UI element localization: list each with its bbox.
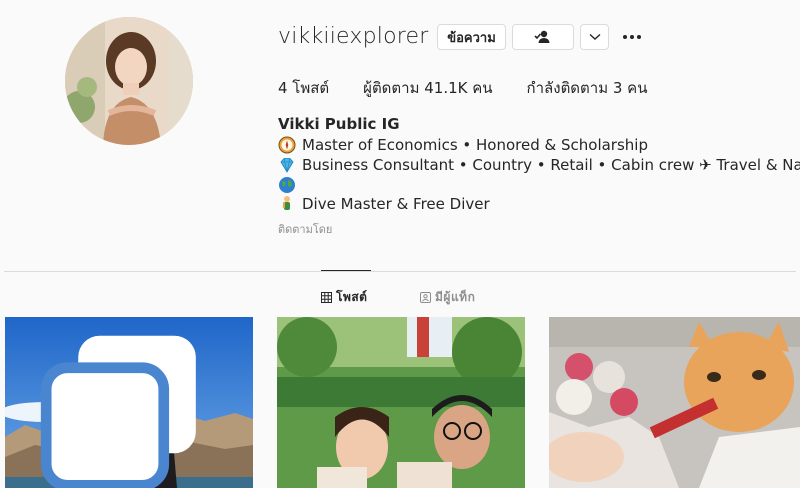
tag-person-icon <box>420 292 431 303</box>
following-count[interactable]: กำลังติดตาม 3 คน <box>527 76 648 100</box>
post-couple-selfie[interactable] <box>277 317 525 488</box>
gem-icon <box>280 158 294 174</box>
multi-photo-icon <box>40 335 196 488</box>
post-diver[interactable] <box>5 317 253 488</box>
bio-line-1: Master of Economics • Honored & Scholars… <box>302 135 648 154</box>
tab-posts-label: โพสต์ <box>336 290 368 304</box>
followed-by-label[interactable]: ติดตามโดย <box>278 220 800 241</box>
active-tab-indicator <box>321 270 371 271</box>
diver-icon <box>283 195 290 210</box>
bio-line-2: Business Consultant • Country • Retail •… <box>302 156 800 174</box>
suggested-button[interactable] <box>580 24 609 50</box>
profile-username: vikkiiexplorer <box>278 24 429 49</box>
tab-posts[interactable]: โพสต์ <box>321 288 367 307</box>
more-dots-icon[interactable] <box>623 30 643 44</box>
globe-icon <box>279 176 295 193</box>
compass-icon <box>278 136 296 154</box>
tab-tagged-label: มีผู้แท็ก <box>435 290 476 304</box>
followers-count[interactable]: ผู้ติดตาม 41.1K คน <box>363 76 492 100</box>
grid-icon <box>321 292 332 303</box>
profile-stats: 4 โพสต์ ผู้ติดตาม 41.1K คน กำลังติดตาม 3… <box>278 76 647 100</box>
bio-line-3: Dive Master & Free Diver <box>302 194 490 213</box>
posts-count: 4 โพสต์ <box>278 79 330 97</box>
tab-tagged[interactable]: มีผู้แท็ก <box>420 288 475 307</box>
profile-tabs: โพสต์ มีผู้แท็ก <box>0 288 800 304</box>
chevron-down-icon <box>589 33 600 40</box>
profile-avatar[interactable] <box>65 17 193 145</box>
message-button[interactable]: ข้อความ <box>437 24 506 50</box>
following-button[interactable] <box>512 24 574 50</box>
person-check-icon <box>534 30 550 43</box>
tabs-divider <box>4 271 796 272</box>
profile-bio: Vikki Public IG Master of Economics • Ho… <box>278 114 800 241</box>
post-cat[interactable] <box>549 317 800 488</box>
display-name: Vikki Public IG <box>278 115 400 133</box>
